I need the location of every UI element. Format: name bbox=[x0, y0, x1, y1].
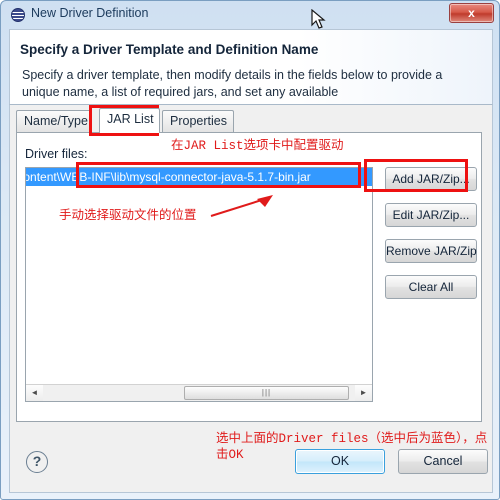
title-bar: New Driver Definition x bbox=[1, 1, 499, 29]
page-description: Specify a driver template, then modify d… bbox=[22, 68, 443, 99]
scroll-right-icon[interactable]: ► bbox=[355, 385, 372, 401]
ok-button[interactable]: OK bbox=[295, 449, 385, 474]
tab-jar-list[interactable]: JAR List bbox=[99, 108, 160, 133]
remove-jar-zip-button[interactable]: Remove JAR/Zip bbox=[385, 239, 477, 263]
page-title: Specify a Driver Template and Definition… bbox=[20, 42, 319, 57]
dialog-content: Name/Type JAR List Properties Driver fil… bbox=[9, 105, 493, 435]
scrollbar-thumb[interactable]: ||| bbox=[184, 386, 349, 400]
driver-files-list[interactable]: bContent\WEB-INF\lib\mysql-connector-jav… bbox=[25, 167, 373, 402]
scroll-left-icon[interactable]: ◄ bbox=[26, 385, 43, 401]
clear-all-button[interactable]: Clear All bbox=[385, 275, 477, 299]
cancel-button[interactable]: Cancel bbox=[398, 449, 488, 474]
add-jar-zip-button[interactable]: Add JAR/Zip... bbox=[385, 167, 477, 191]
new-driver-definition-dialog: New Driver Definition x Specify a Driver… bbox=[0, 0, 500, 500]
dialog-button-bar: ? OK Cancel bbox=[9, 435, 493, 493]
driver-definition-icon bbox=[11, 8, 25, 22]
close-icon[interactable]: x bbox=[449, 3, 494, 23]
tab-name-type[interactable]: Name/Type bbox=[16, 110, 92, 133]
window-title: New Driver Definition bbox=[31, 6, 149, 20]
driver-files-label: Driver files: bbox=[25, 147, 88, 161]
horizontal-scrollbar[interactable]: ◄ ||| ► bbox=[26, 384, 372, 401]
edit-jar-zip-button[interactable]: Edit JAR/Zip... bbox=[385, 203, 477, 227]
jar-list-tab-page: Driver files: bContent\WEB-INF\lib\mysql… bbox=[16, 132, 482, 422]
list-item[interactable]: bContent\WEB-INF\lib\mysql-connector-jav… bbox=[26, 168, 372, 186]
help-icon[interactable]: ? bbox=[26, 451, 48, 473]
tab-properties[interactable]: Properties bbox=[162, 110, 234, 133]
wizard-header: Specify a Driver Template and Definition… bbox=[9, 29, 493, 105]
